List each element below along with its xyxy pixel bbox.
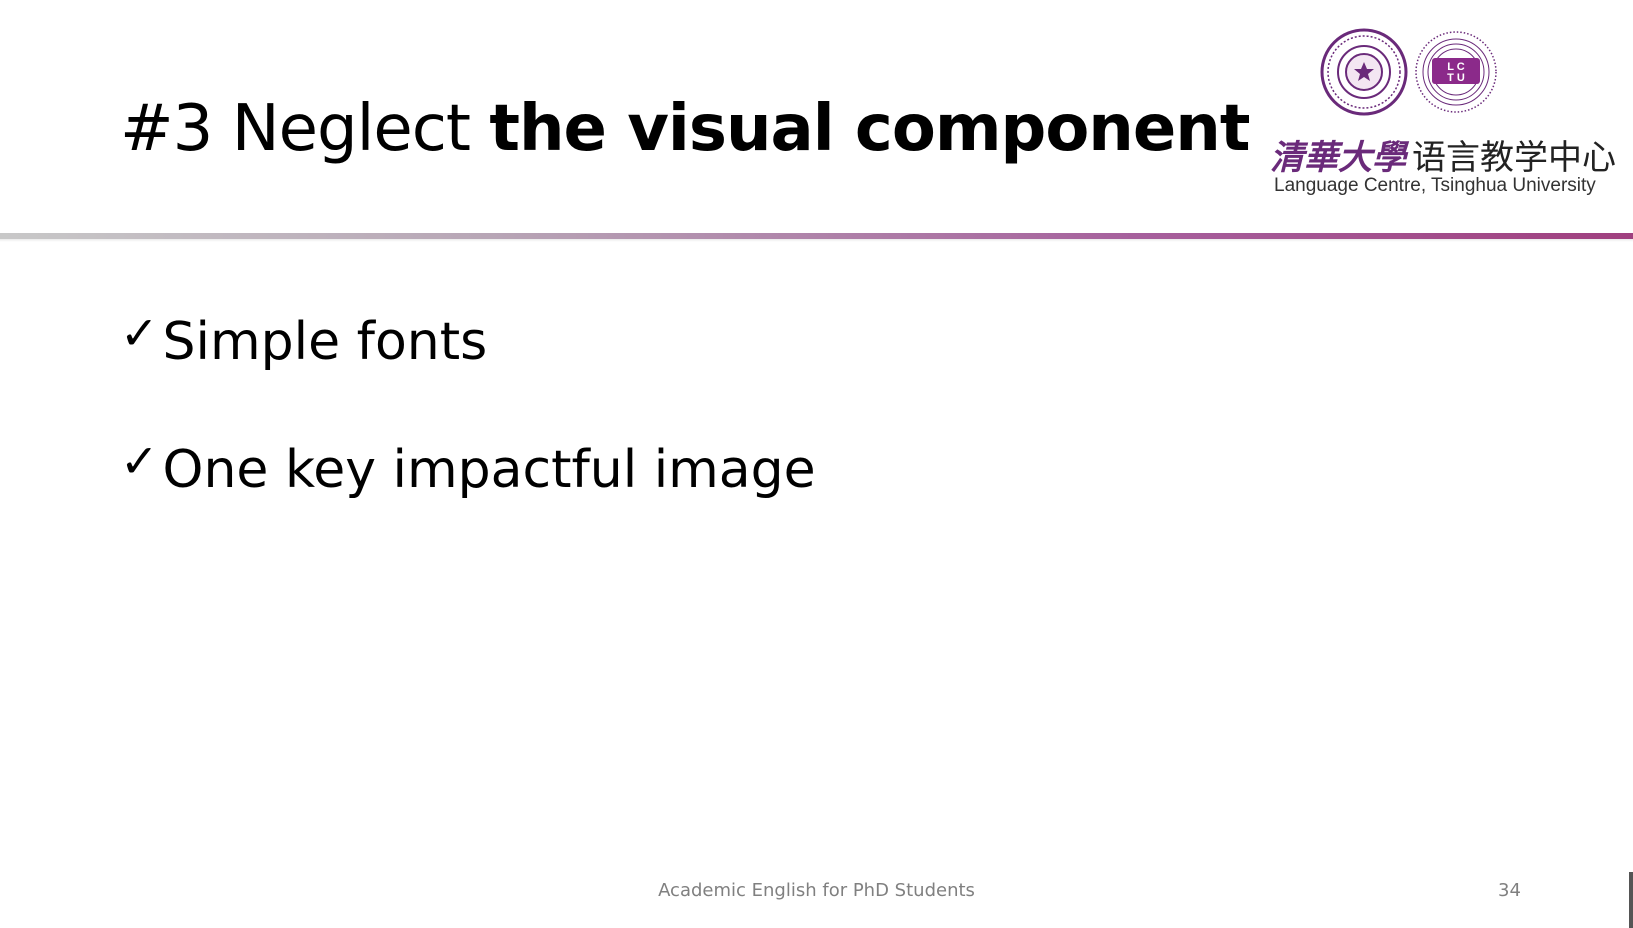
checkmark-icon: ✓ [120, 306, 159, 360]
title-prefix: #3 Neglect [120, 92, 490, 166]
bullet-item: ✓ One key impactful image [120, 434, 816, 500]
edge-mark [1629, 872, 1633, 928]
language-centre-seal-icon: L C T U [1415, 31, 1497, 113]
bullet-text: One key impactful image [162, 440, 816, 500]
page-number: 34 [1498, 880, 1521, 901]
logo-chinese-text: 语言教学中心 [1412, 138, 1616, 178]
university-seal-icon [1320, 28, 1408, 116]
slide: #3 Neglect the visual component L C T U … [0, 0, 1633, 928]
header-divider-shadow [0, 239, 1633, 242]
logo-english-name: Language Centre, Tsinghua University [1274, 175, 1596, 196]
bullet-item: ✓ Simple fonts [120, 306, 488, 372]
slide-title: #3 Neglect the visual component [120, 92, 1250, 166]
svg-text:T U: T U [1447, 72, 1465, 84]
title-bold: the visual component [489, 92, 1250, 166]
footer-text: Academic English for PhD Students [658, 880, 975, 901]
logo-calligraphy: 清華大學 [1270, 138, 1406, 178]
checkmark-icon: ✓ [120, 434, 159, 488]
logo-chinese-name: 清華大學 语言教学中心 [1270, 130, 1616, 179]
bullet-text: Simple fonts [162, 312, 488, 372]
